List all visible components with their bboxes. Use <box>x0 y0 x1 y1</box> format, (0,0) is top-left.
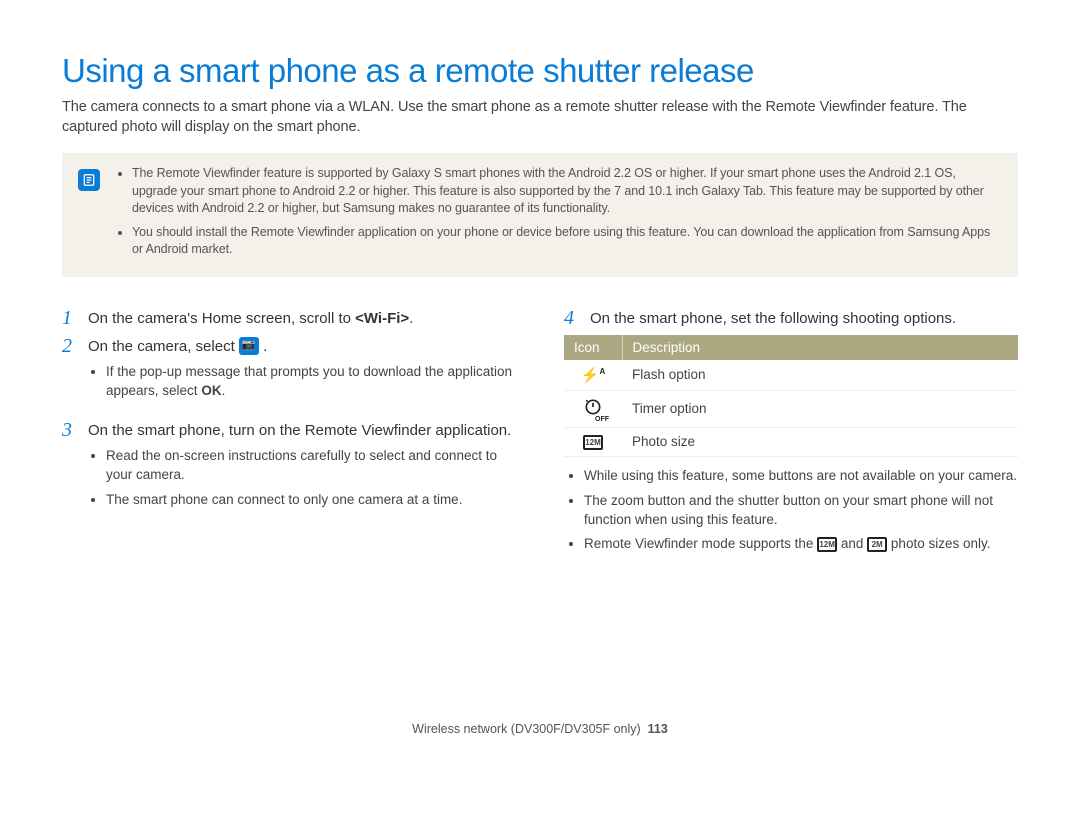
row3-desc: Photo size <box>622 427 1018 456</box>
step-text: On the camera, select . <box>88 335 267 357</box>
flash-auto-icon: ⚡A <box>581 366 605 384</box>
step-2: 2 On the camera, select . <box>62 335 516 357</box>
row2-desc: Timer option <box>622 390 1018 427</box>
remote-viewfinder-icon <box>239 337 259 355</box>
step3-sub2: The smart phone can connect to only one … <box>106 491 516 510</box>
timer-off-icon: OFF <box>583 397 603 421</box>
photo-size-12m-icon: 12M <box>583 435 603 450</box>
step1-bold: <Wi-Fi> <box>355 310 409 327</box>
note-box: The Remote Viewfinder feature is support… <box>62 153 1018 277</box>
table-row: OFF Timer option <box>564 390 1018 427</box>
step2-pre: On the camera, select <box>88 338 239 355</box>
s2-sub1-pre: If the pop-up message that prompts you t… <box>106 364 512 398</box>
note-icon <box>78 169 100 191</box>
th-desc: Description <box>622 335 1018 360</box>
step2-sub1: If the pop-up message that prompts you t… <box>106 363 516 401</box>
step-number: 3 <box>62 419 78 441</box>
step-4: 4 On the smart phone, set the following … <box>564 307 1018 329</box>
s4-sub3-post: photo sizes only. <box>887 536 990 551</box>
step-number: 4 <box>564 307 580 329</box>
table-row: ⚡A Flash option <box>564 360 1018 391</box>
right-column: 4 On the smart phone, set the following … <box>564 307 1018 573</box>
options-table: Icon Description ⚡A Flash option OFF <box>564 335 1018 457</box>
left-column: 1 On the camera's Home screen, scroll to… <box>62 307 516 573</box>
row1-desc: Flash option <box>622 360 1018 391</box>
step-3-sublist: Read the on-screen instructions carefull… <box>90 447 516 510</box>
step4-sub1: While using this feature, some buttons a… <box>584 467 1018 486</box>
step1-pre: On the camera's Home screen, scroll to <box>88 310 355 327</box>
step3-sub1: Read the on-screen instructions carefull… <box>106 447 516 485</box>
note-list: The Remote Viewfinder feature is support… <box>118 165 1000 265</box>
step4-sub3: Remote Viewfinder mode supports the 12M … <box>584 535 1018 554</box>
step-text: On the smart phone, set the following sh… <box>590 307 956 329</box>
th-icon: Icon <box>564 335 622 360</box>
s2-sub1-bold: OK <box>201 383 221 398</box>
step-1: 1 On the camera's Home screen, scroll to… <box>62 307 516 329</box>
step2-post: . <box>259 338 267 355</box>
step-number: 1 <box>62 307 78 329</box>
s4-sub3-mid: and <box>837 536 867 551</box>
photo-size-2m-inline-icon: 2M <box>867 537 887 552</box>
s4-sub3-pre: Remote Viewfinder mode supports the <box>584 536 817 551</box>
page-footer: Wireless network (DV300F/DV305F only) 11… <box>62 722 1018 736</box>
step-number: 2 <box>62 335 78 357</box>
note-bullet-2: You should install the Remote Viewfinder… <box>132 224 1000 259</box>
photo-size-12m-inline-icon: 12M <box>817 537 837 552</box>
step-text: On the smart phone, turn on the Remote V… <box>88 419 511 441</box>
step-text: On the camera's Home screen, scroll to <… <box>88 307 413 329</box>
step4-sub2: The zoom button and the shutter button o… <box>584 492 1018 530</box>
intro-paragraph: The camera connects to a smart phone via… <box>62 98 1018 137</box>
s2-sub1-post: . <box>222 383 226 398</box>
step-4-sublist: While using this feature, some buttons a… <box>568 467 1018 555</box>
note-bullet-1: The Remote Viewfinder feature is support… <box>132 165 1000 218</box>
table-row: 12M Photo size <box>564 427 1018 456</box>
step-2-sublist: If the pop-up message that prompts you t… <box>90 363 516 401</box>
step1-post: . <box>409 310 413 327</box>
page-title: Using a smart phone as a remote shutter … <box>62 52 1018 90</box>
page-number: 113 <box>648 722 668 736</box>
footer-section: Wireless network (DV300F/DV305F only) <box>412 722 641 736</box>
step-3: 3 On the smart phone, turn on the Remote… <box>62 419 516 441</box>
